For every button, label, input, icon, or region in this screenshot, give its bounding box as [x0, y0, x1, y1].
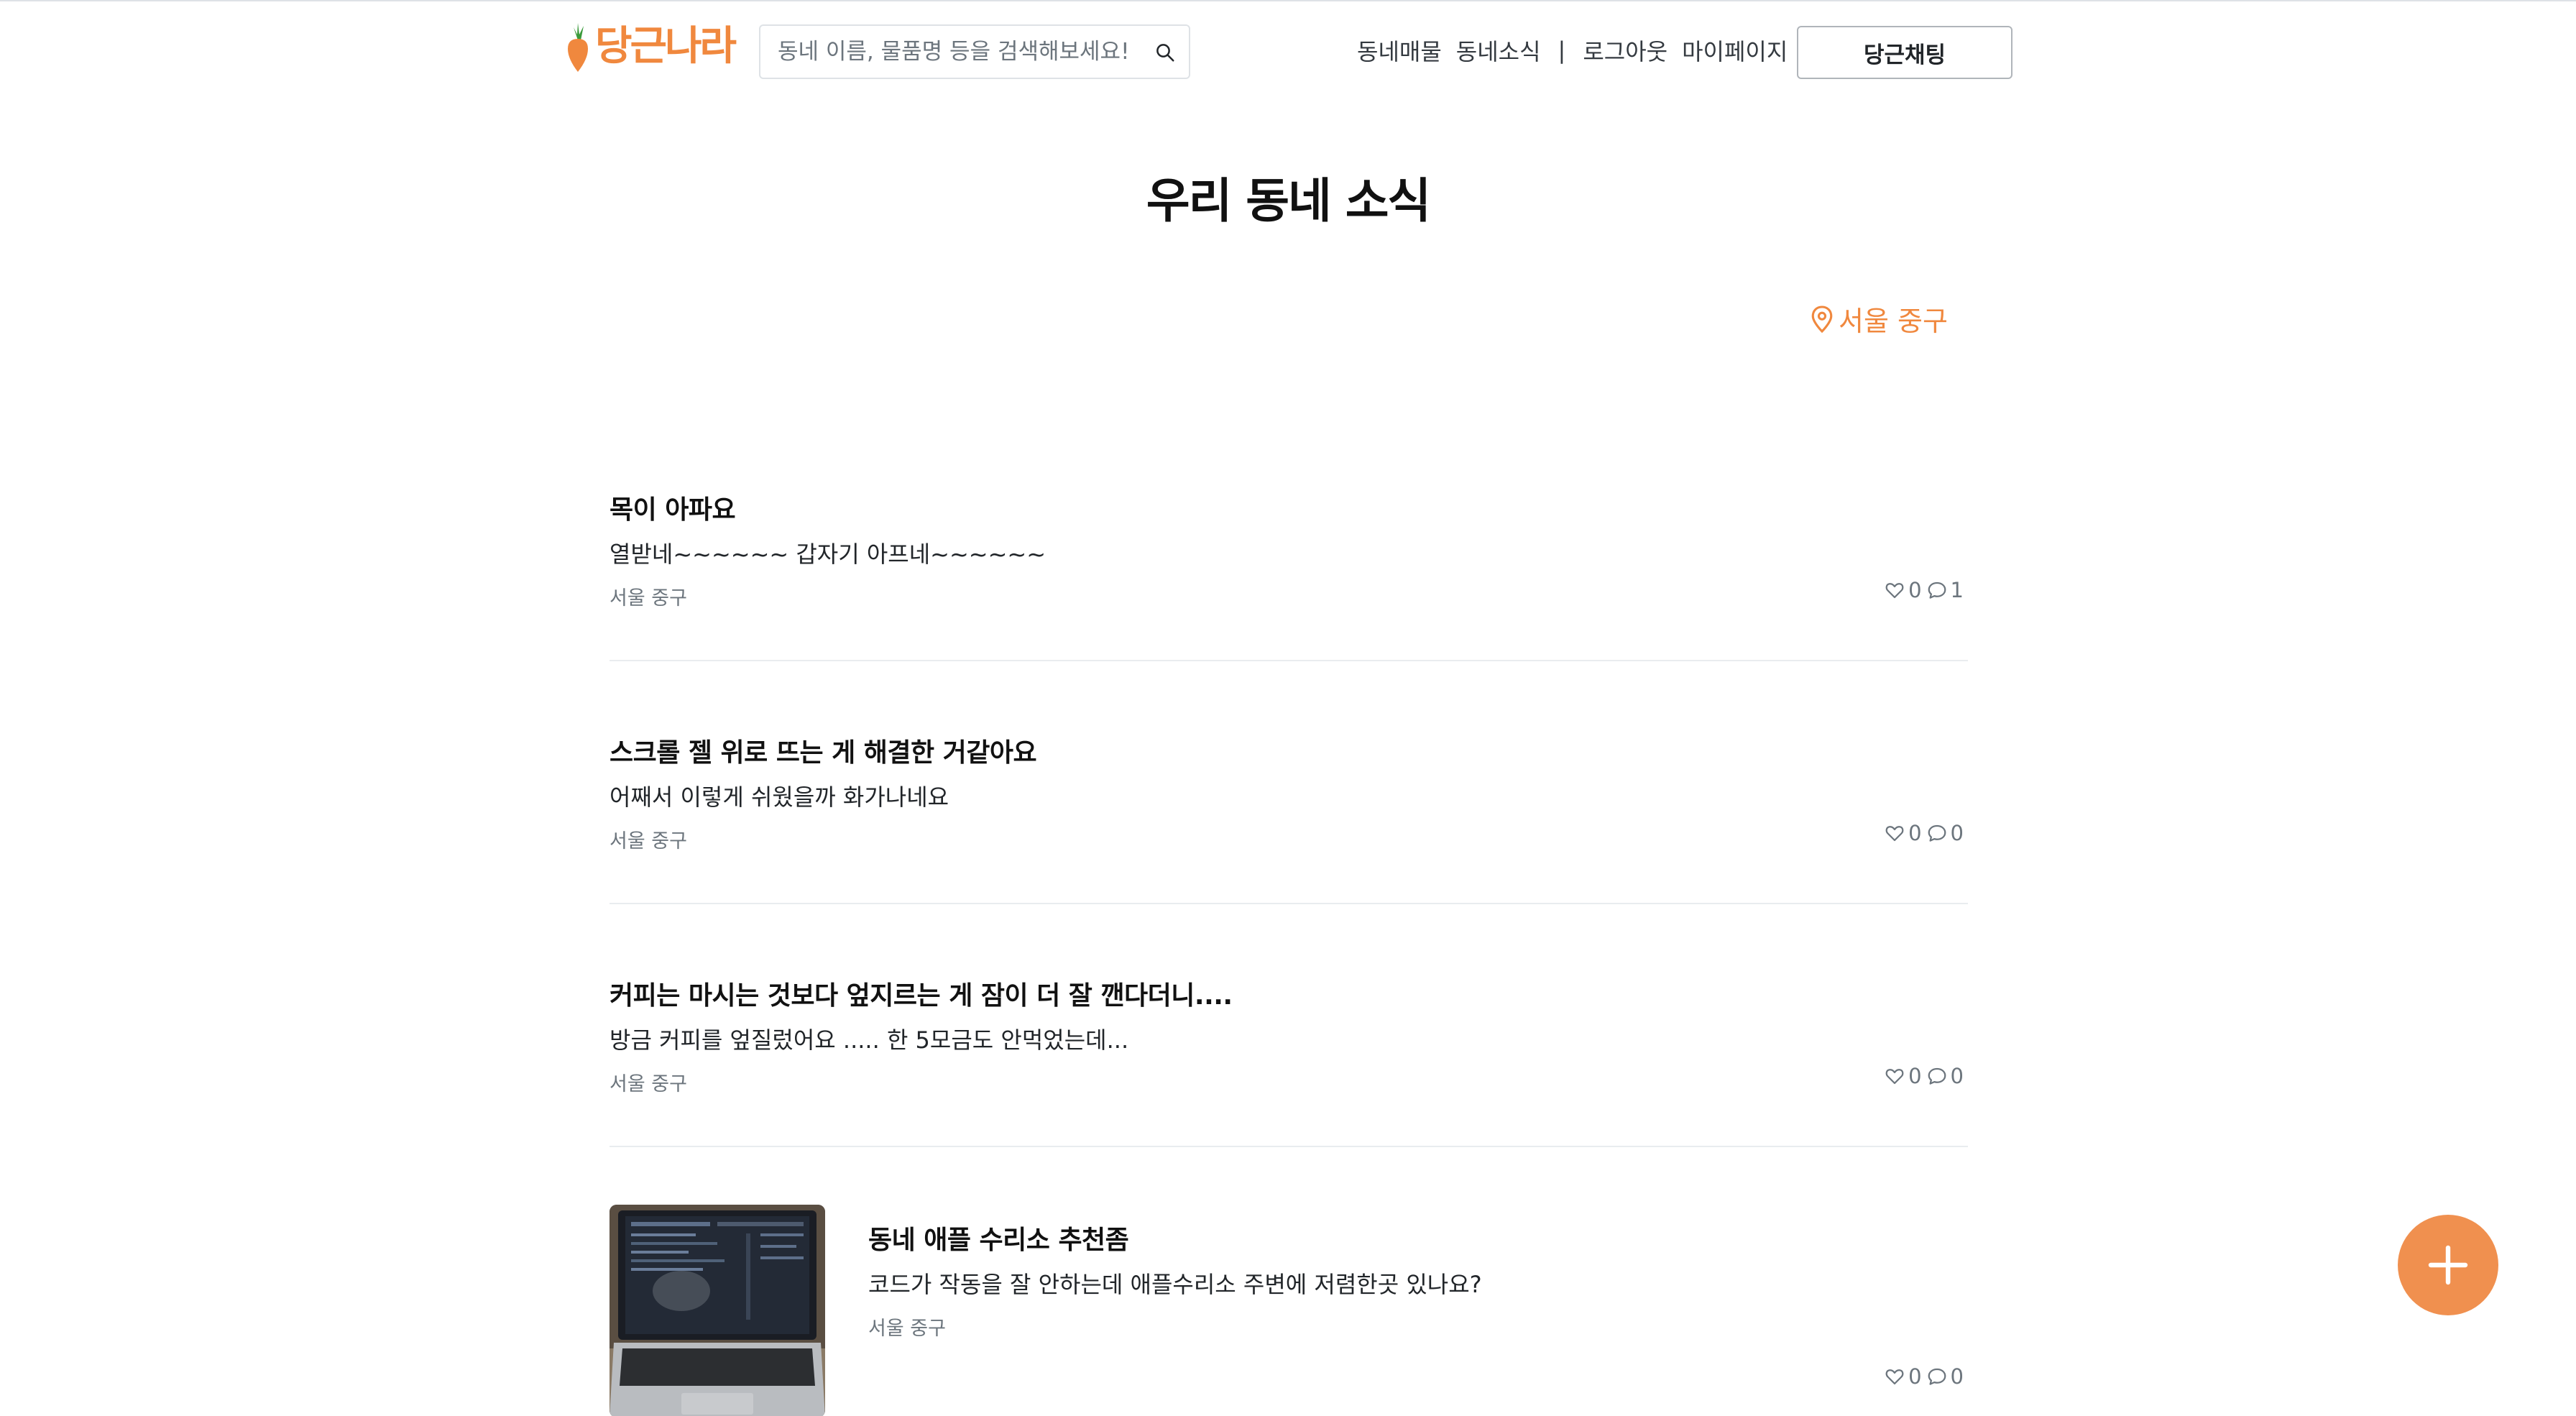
- post-item[interactable]: 동네 애플 수리소 추천좀 코드가 작동을 잘 안하는데 애플수리소 주변에 저…: [868, 1219, 1968, 1399]
- plus-icon: [2428, 1245, 2468, 1285]
- comment-icon[interactable]: [1926, 1366, 1948, 1387]
- post-title: 목이 아파요: [610, 495, 736, 525]
- post-stats: 0 0: [1884, 821, 1968, 845]
- heart-icon[interactable]: [1884, 1366, 1905, 1387]
- comment-count: 0: [1950, 821, 1964, 845]
- map-pin-icon: [1811, 305, 1833, 333]
- search-icon[interactable]: [1154, 42, 1176, 63]
- comment-count: 1: [1950, 578, 1964, 602]
- logo[interactable]: 당근나라: [564, 20, 737, 73]
- like-count: 0: [1908, 821, 1922, 845]
- search-input[interactable]: [760, 26, 1134, 78]
- nav-separator: |: [1558, 37, 1566, 64]
- post-stats: 0 0: [1884, 1064, 1968, 1088]
- nav-item-news[interactable]: 동네소식: [1456, 34, 1541, 67]
- post-body: 어째서 이렇게 쉬웠을까 화가나네요: [610, 783, 949, 811]
- page-title: 우리 동네 소식: [1146, 173, 1431, 229]
- post-location: 서울 중구: [868, 1318, 946, 1340]
- post-stats: 0 1: [1884, 578, 1968, 602]
- post-item[interactable]: 목이 아파요 열받네~~~~~~ 갑자기 아프네~~~~~~ 서울 중구 0 1: [610, 489, 1968, 611]
- logo-text: 당근나라: [595, 23, 737, 70]
- divider: [610, 660, 1968, 661]
- like-count: 0: [1908, 1064, 1922, 1088]
- nav-item-mypage[interactable]: 마이페이지: [1682, 34, 1788, 67]
- post-body: 방금 커피를 엎질렀어요 ..... 한 5모금도 안먹었는데...: [610, 1026, 1129, 1054]
- nav-item-logout[interactable]: 로그아웃: [1583, 34, 1668, 67]
- post-title: 동네 애플 수리소 추천좀: [868, 1226, 1129, 1255]
- carrot-logo-icon: [568, 23, 588, 72]
- comment-count: 0: [1950, 1064, 1964, 1088]
- comment-icon[interactable]: [1926, 822, 1948, 844]
- chat-button[interactable]: 당근채팅: [1797, 26, 2012, 79]
- page: 당근나라 동네매물 동네소식 | 로그아웃 마이페이지 당근채팅 우리 동네 소…: [0, 0, 2576, 1416]
- post-item[interactable]: 스크롤 젤 위로 뜨는 게 해결한 거같아요 어째서 이렇게 쉬웠을까 화가나네…: [610, 732, 1968, 854]
- post-location: 서울 중구: [610, 830, 687, 852]
- like-count: 0: [1908, 1364, 1922, 1389]
- location-label: 서울 중구: [1839, 305, 1948, 337]
- search-bar: [759, 24, 1190, 79]
- top-nav: 동네매물 동네소식 | 로그아웃 마이페이지: [1357, 33, 1802, 68]
- comment-count: 0: [1950, 1364, 1964, 1389]
- post-location: 서울 중구: [610, 1073, 687, 1095]
- location-selector[interactable]: 서울 중구: [1810, 299, 1948, 339]
- post-body: 열받네~~~~~~ 갑자기 아프네~~~~~~: [610, 541, 1046, 568]
- post-item[interactable]: 커피는 마시는 것보다 엎지르는 게 잠이 더 잘 깬다더니.... 방금 커피…: [610, 975, 1968, 1097]
- post-stats: 0 0: [1884, 1364, 1968, 1389]
- laptop-photo: [610, 1205, 825, 1416]
- header: 당근나라 동네매물 동네소식 | 로그아웃 마이페이지 당근채팅: [0, 1, 2576, 88]
- comment-icon[interactable]: [1926, 579, 1948, 601]
- heart-icon[interactable]: [1884, 579, 1905, 601]
- like-count: 0: [1908, 578, 1922, 602]
- post-body: 코드가 작동을 잘 안하는데 애플수리소 주변에 저렴한곳 있나요?: [868, 1271, 1482, 1298]
- comment-icon[interactable]: [1926, 1065, 1948, 1087]
- divider: [610, 903, 1968, 904]
- heart-icon[interactable]: [1884, 1065, 1905, 1087]
- nav-item-listings[interactable]: 동네매물: [1357, 34, 1442, 67]
- post-thumbnail-laptop[interactable]: [610, 1205, 825, 1416]
- heart-icon[interactable]: [1884, 822, 1905, 844]
- post-title: 커피는 마시는 것보다 엎지르는 게 잠이 더 잘 깬다더니....: [610, 981, 1233, 1011]
- post-title: 스크롤 젤 위로 뜨는 게 해결한 거같아요: [610, 738, 1037, 768]
- add-post-button[interactable]: [2398, 1215, 2498, 1315]
- post-location: 서울 중구: [610, 587, 687, 610]
- divider: [610, 1146, 1968, 1147]
